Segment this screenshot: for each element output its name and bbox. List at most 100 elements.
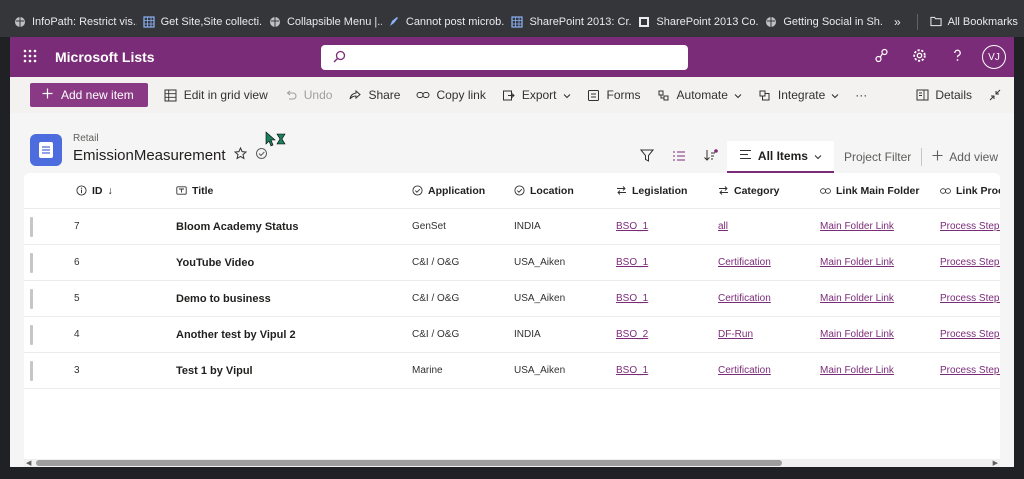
share-button[interactable]: Share: [340, 80, 408, 110]
bookmark-4[interactable]: SharePoint 2013: Cr...: [505, 6, 632, 37]
cell-process-link[interactable]: Process Steps L: [940, 353, 1000, 388]
verified-icon[interactable]: [255, 147, 268, 164]
column-header-category[interactable]: Category: [718, 173, 818, 208]
bookmark-2[interactable]: Collapsible Menu |...: [263, 6, 382, 37]
row-select-handle[interactable]: [30, 361, 33, 381]
settings-button[interactable]: [900, 37, 938, 77]
cell-category-link[interactable]: Certification: [718, 281, 818, 316]
row-select-handle[interactable]: [30, 253, 33, 273]
export-icon: [502, 88, 516, 102]
column-header-legislation[interactable]: Legislation: [616, 173, 716, 208]
cell-application: C&I / O&G: [412, 329, 460, 340]
scroll-left-arrow-icon[interactable]: ◀: [26, 459, 31, 467]
cell-process-link[interactable]: Process Steps L: [940, 245, 1000, 280]
bookmark-0[interactable]: InfoPath: Restrict vis...: [8, 6, 137, 37]
integrate-button[interactable]: Integrate: [750, 80, 847, 110]
text-field-icon: [176, 185, 187, 196]
export-button[interactable]: Export: [494, 80, 579, 110]
row-select-handle[interactable]: [30, 217, 33, 237]
chevron-down-icon: [563, 88, 571, 102]
view-selector-all-items[interactable]: All Items: [726, 141, 834, 173]
collapse-button[interactable]: [980, 80, 1014, 110]
column-header-application[interactable]: Application: [412, 173, 512, 208]
column-header-link-process[interactable]: Link Process: [940, 173, 1000, 208]
more-commands-button[interactable]: ···: [847, 80, 875, 110]
automate-label: Automate: [676, 88, 728, 102]
globe-icon: [14, 16, 26, 28]
app-launcher-button[interactable]: [10, 37, 50, 77]
cell-application: GenSet: [412, 221, 446, 232]
cell-legislation-link[interactable]: BSO_1: [616, 353, 716, 388]
cell-process-link[interactable]: Process Steps L: [940, 209, 1000, 244]
horizontal-scrollbar[interactable]: ◀ ▶: [24, 459, 1000, 467]
add-view-button[interactable]: Add view: [921, 148, 1008, 166]
scrollbar-thumb[interactable]: [36, 460, 782, 466]
cell-legislation-link[interactable]: BSO_1: [616, 281, 716, 316]
cell-main-folder-link[interactable]: Main Folder Link: [820, 353, 938, 388]
cell-title[interactable]: YouTube Video: [176, 245, 406, 280]
cell-application: C&I / O&G: [412, 293, 460, 304]
column-header-location[interactable]: Location: [514, 173, 614, 208]
cell-process-link[interactable]: Process Steps L: [940, 317, 1000, 352]
column-header-link-main-folder[interactable]: Link Main Folder: [820, 173, 938, 208]
cell-category-link[interactable]: Certification: [718, 245, 818, 280]
cell-category-link[interactable]: Certification: [718, 353, 818, 388]
scroll-right-arrow-icon[interactable]: ▶: [993, 459, 998, 467]
column-header-title[interactable]: Title: [176, 173, 406, 208]
cell-legislation-link[interactable]: BSO_1: [616, 209, 716, 244]
cell-title[interactable]: Another test by Vipul 2: [176, 317, 406, 352]
column-header-label: Link Process: [956, 184, 1000, 197]
cell-legislation-link[interactable]: BSO_2: [616, 317, 716, 352]
star-icon[interactable]: [233, 146, 247, 164]
filter-button[interactable]: [631, 143, 663, 171]
cell-title[interactable]: Test 1 by Vipul: [176, 353, 406, 388]
cell-main-folder-link[interactable]: Main Folder Link: [820, 317, 938, 352]
group-button[interactable]: [663, 143, 695, 171]
edit-grid-view-button[interactable]: Edit in grid view: [156, 80, 276, 110]
bookmarks-overflow-button[interactable]: »: [884, 15, 911, 29]
bookmark-6[interactable]: Getting Social in Sh...: [759, 6, 884, 37]
all-bookmarks-button[interactable]: All Bookmarks: [924, 6, 1024, 37]
link-icon: [940, 185, 951, 196]
cell-main-folder-link[interactable]: Main Folder Link: [820, 209, 938, 244]
undo-button[interactable]: Undo: [276, 80, 341, 110]
table-row[interactable]: 4 Another test by Vipul 2 C&I / O&G INDI…: [24, 317, 1000, 353]
cell-legislation-link[interactable]: BSO_1: [616, 245, 716, 280]
table-row[interactable]: 6 YouTube Video C&I / O&G USA_Aiken BSO_…: [24, 245, 1000, 281]
cell-process-link[interactable]: Process Steps L: [940, 281, 1000, 316]
edit-grid-view-label: Edit in grid view: [183, 88, 268, 102]
account-avatar[interactable]: VJ: [982, 45, 1006, 69]
forms-button[interactable]: Forms: [579, 80, 649, 110]
table-row[interactable]: 5 Demo to business C&I / O&G USA_Aiken B…: [24, 281, 1000, 317]
details-button[interactable]: Details: [907, 80, 980, 110]
automate-button[interactable]: Automate: [649, 80, 750, 110]
cell-title[interactable]: Demo to business: [176, 281, 406, 316]
project-filter-view[interactable]: Project Filter: [834, 150, 921, 164]
cell-main-folder-link[interactable]: Main Folder Link: [820, 245, 938, 280]
cell-id: 4: [74, 329, 80, 340]
row-select-handle[interactable]: [30, 289, 33, 309]
row-select-handle[interactable]: [30, 325, 33, 345]
cell-location: USA_Aiken: [514, 257, 566, 268]
bookmark-label: Cannot post microb...: [405, 15, 506, 28]
search-input[interactable]: [354, 50, 674, 65]
breadcrumb[interactable]: Retail: [73, 133, 99, 144]
connections-button[interactable]: [862, 37, 900, 77]
sort-button[interactable]: [695, 143, 727, 171]
table-row[interactable]: 3 Test 1 by Vipul Marine USA_Aiken BSO_1…: [24, 353, 1000, 389]
help-button[interactable]: [938, 37, 976, 77]
bookmark-1[interactable]: Get Site,Site collecti...: [137, 6, 263, 37]
waffle-icon: [23, 49, 37, 66]
bookmark-3[interactable]: Cannot post microb...: [382, 6, 506, 37]
lookup-icon: [718, 185, 729, 196]
cell-category-link[interactable]: all: [718, 209, 818, 244]
cell-main-folder-link[interactable]: Main Folder Link: [820, 281, 938, 316]
app-title[interactable]: Microsoft Lists: [55, 49, 155, 65]
cell-category-link[interactable]: DF-Run: [718, 317, 818, 352]
bookmark-5[interactable]: SharePoint 2013 Co...: [632, 6, 759, 37]
add-new-item-button[interactable]: Add new item: [30, 83, 148, 107]
cell-title[interactable]: Bloom Academy Status: [176, 209, 406, 244]
table-row[interactable]: 7 Bloom Academy Status GenSet INDIA BSO_…: [24, 209, 1000, 245]
search-box[interactable]: [321, 45, 688, 70]
copy-link-button[interactable]: Copy link: [408, 80, 493, 110]
